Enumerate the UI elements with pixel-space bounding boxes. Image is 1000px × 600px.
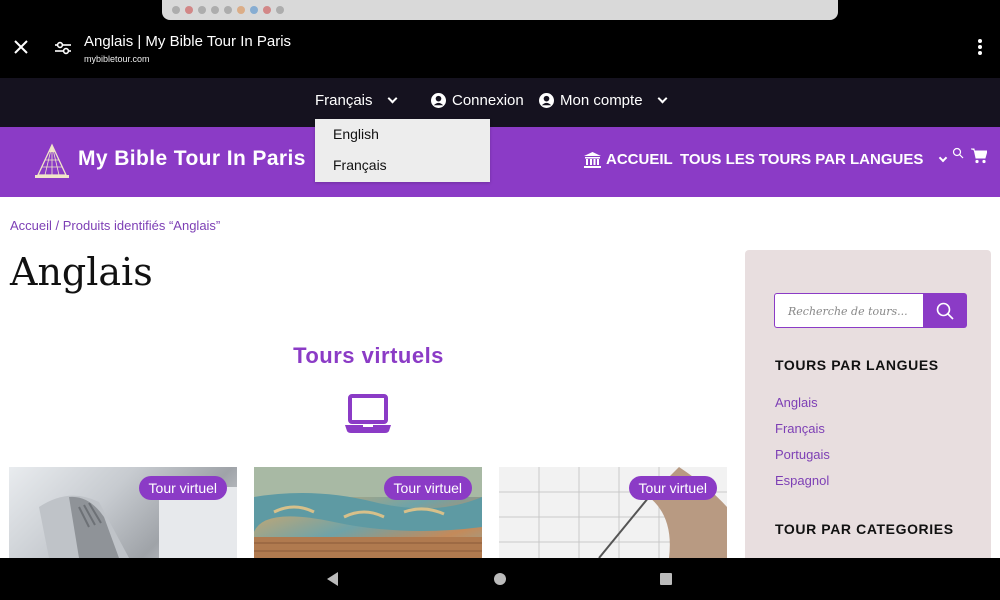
language-link-portugais[interactable]: Portugais	[775, 447, 830, 462]
tour-type-badge: Tour virtuel	[383, 476, 472, 500]
chevron-down-icon	[939, 153, 948, 162]
tour-type-badge: Tour virtuel	[628, 476, 717, 500]
language-switcher[interactable]: Français	[315, 92, 397, 109]
sidebar: Recherche de tours... TOURS PAR LANGUES …	[745, 250, 991, 570]
museum-icon	[584, 151, 601, 168]
search-icon	[936, 302, 954, 320]
chevron-down-icon	[657, 93, 667, 104]
tour-card[interactable]: Tour virtuel	[499, 467, 727, 558]
site-header: My Bible Tour In Paris ACCUEIL TOUS LES …	[0, 127, 1000, 197]
overflow-menu-icon[interactable]	[970, 36, 990, 58]
home-icon[interactable]	[494, 573, 506, 585]
account-label: Mon compte	[560, 92, 643, 109]
language-dropdown: English Français	[315, 119, 490, 182]
user-circle-icon	[431, 93, 446, 108]
language-option-english[interactable]: English	[333, 126, 379, 142]
page-tab-title: Anglais | My Bible Tour In Paris	[84, 33, 292, 50]
tour-card[interactable]: Tour virtuel	[254, 467, 482, 558]
chevron-down-icon	[387, 93, 397, 104]
status-bar-pill	[162, 0, 838, 20]
page-url[interactable]: mybibletour.com	[84, 54, 150, 64]
cart-icon[interactable]	[971, 148, 987, 164]
language-link-francais[interactable]: Français	[775, 421, 825, 436]
tour-type-badge: Tour virtuel	[138, 476, 227, 500]
login-link[interactable]: Connexion	[431, 92, 524, 109]
notification-icons	[172, 6, 284, 14]
language-link-espagnol[interactable]: Espagnol	[775, 473, 829, 488]
language-switcher-label: Français	[315, 92, 373, 109]
laptop-icon	[345, 394, 391, 433]
nav-tours-label: TOUS LES TOURS PAR LANGUES	[680, 151, 924, 168]
nav-all-tours[interactable]: TOUS LES TOURS PAR LANGUES	[680, 151, 948, 168]
search-icon[interactable]	[952, 147, 964, 159]
site-brand[interactable]: My Bible Tour In Paris	[78, 147, 306, 171]
system-navigation-bar	[0, 558, 1000, 600]
back-icon[interactable]	[327, 572, 338, 586]
status-strip	[0, 0, 1000, 22]
custom-tab-toolbar: Anglais | My Bible Tour In Paris mybible…	[0, 22, 1000, 78]
login-label: Connexion	[452, 92, 524, 109]
site-settings-icon[interactable]	[52, 37, 74, 59]
tour-card[interactable]: Tour virtuel	[9, 467, 237, 558]
languages-heading: TOURS PAR LANGUES	[775, 357, 939, 373]
close-icon[interactable]	[10, 36, 32, 58]
account-menu[interactable]: Mon compte	[539, 92, 667, 109]
tour-search-input[interactable]: Recherche de tours...	[774, 293, 924, 328]
louvre-pyramid-logo[interactable]	[34, 142, 70, 180]
language-link-anglais[interactable]: Anglais	[775, 395, 818, 410]
page-title: Anglais	[10, 250, 153, 294]
top-utility-nav: Français Connexion Mon compte	[0, 78, 1000, 127]
section-title: Tours virtuels	[293, 343, 444, 368]
language-option-french[interactable]: Français	[333, 157, 387, 173]
nav-home-label: ACCUEIL	[606, 151, 673, 168]
user-circle-icon	[539, 93, 554, 108]
search-button[interactable]	[923, 293, 967, 328]
recent-apps-icon[interactable]	[660, 573, 672, 585]
breadcrumb[interactable]: Accueil / Produits identifiés “Anglais”	[10, 218, 220, 233]
categories-heading: TOUR PAR CATEGORIES	[775, 521, 954, 537]
nav-home[interactable]: ACCUEIL	[584, 151, 673, 168]
